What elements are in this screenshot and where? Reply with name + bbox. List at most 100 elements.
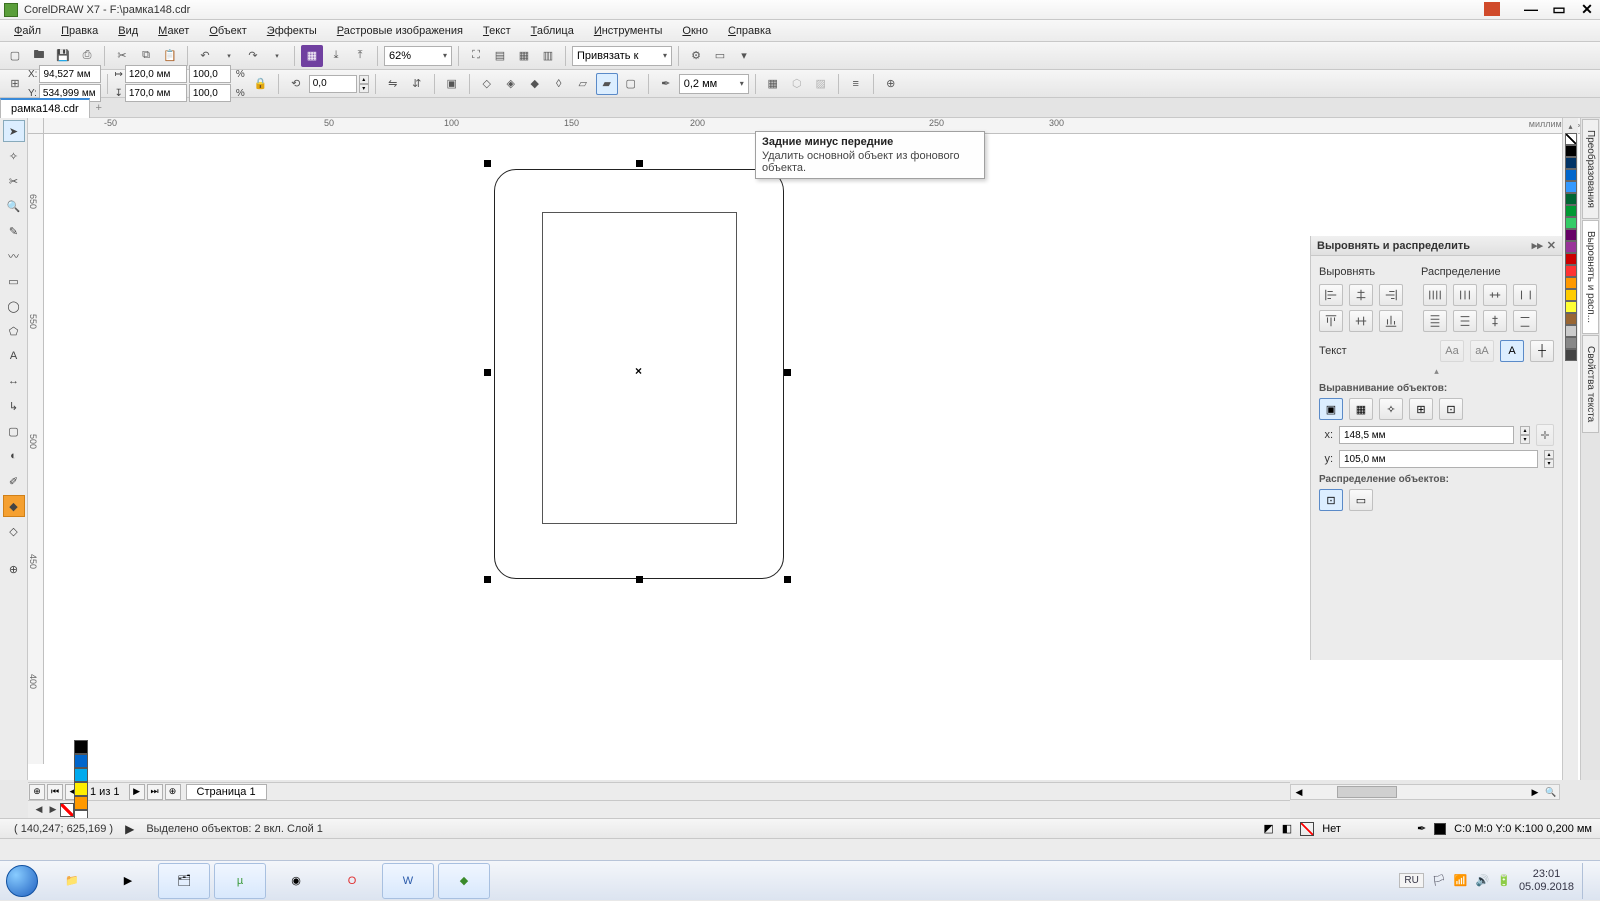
align-center-v-button[interactable] [1349, 310, 1373, 332]
vertical-ruler[interactable]: 650 550 500 450 400 [28, 134, 44, 764]
shape-tool[interactable]: ✧ [3, 145, 25, 167]
start-button[interactable] [0, 861, 44, 901]
redo-button[interactable]: ↷ [242, 45, 264, 67]
app-launcher-button[interactable]: ▾ [733, 45, 755, 67]
mirror-v-button[interactable]: ⇵ [406, 73, 428, 95]
zoom-combo[interactable]: 62%▾ [384, 46, 452, 66]
copy-button[interactable]: ⧉ [135, 45, 157, 67]
color-swatch[interactable] [1565, 313, 1577, 325]
to-front-button[interactable]: ▣ [441, 73, 463, 95]
align-y-spinner[interactable]: ▴▾ [1544, 450, 1554, 468]
color-swatch[interactable] [1565, 289, 1577, 301]
palette-scroll-up[interactable]: ▴ [1568, 122, 1572, 131]
taskbar-app-word[interactable]: W [382, 863, 434, 899]
outline-color-swatch[interactable] [1434, 823, 1446, 835]
text-bounding-button[interactable]: A [1500, 340, 1524, 362]
boundary-button[interactable]: ▢ [620, 73, 642, 95]
dist-center-h-button[interactable] [1453, 284, 1477, 306]
color-swatch[interactable] [1565, 157, 1577, 169]
pick-tool[interactable]: ➤ [3, 120, 25, 142]
palette-swatch[interactable] [74, 754, 88, 768]
horizontal-scrollbar[interactable]: ◀ ▶ 🔍 [1290, 784, 1560, 800]
menu-text[interactable]: Текст [475, 23, 519, 39]
outline-pen-status-icon[interactable]: ✒ [1417, 822, 1426, 835]
align-to-page-center-button[interactable]: ✧ [1379, 398, 1403, 420]
edit-bitmap-button[interactable]: ▨ [810, 73, 832, 95]
align-top-button[interactable] [1319, 310, 1343, 332]
rectangle-tool[interactable]: ▭ [3, 270, 25, 292]
save-button[interactable]: 💾 [52, 45, 74, 67]
launch-button[interactable]: ▭ [709, 45, 731, 67]
smart-fill-tool[interactable]: ◇ [3, 520, 25, 542]
selection-handle[interactable] [636, 160, 643, 167]
align-pick-point-button[interactable]: ✛ [1536, 424, 1554, 446]
align-right-button[interactable] [1379, 284, 1403, 306]
no-fill-swatch[interactable] [60, 803, 74, 817]
eyedropper-tool[interactable]: ✐ [3, 470, 25, 492]
dist-left-button[interactable] [1423, 284, 1447, 306]
close-button[interactable]: ✕ [1576, 0, 1598, 18]
last-page-button[interactable]: ⏭ [147, 784, 163, 800]
add-page-button[interactable]: ⊕ [29, 784, 45, 800]
menu-help[interactable]: Справка [720, 23, 779, 39]
import-button[interactable]: ⤓ [325, 45, 347, 67]
quick-customize-toolbox[interactable]: ⊕ [3, 558, 25, 580]
color-swatch[interactable] [1565, 325, 1577, 337]
text-baseline-first-button[interactable]: Aa [1440, 340, 1464, 362]
palette-swatch[interactable] [74, 768, 88, 782]
selection-handle[interactable] [484, 576, 491, 583]
selection-handle[interactable] [636, 576, 643, 583]
tray-battery-icon[interactable]: 🔋 [1497, 874, 1511, 887]
menu-object[interactable]: Объект [201, 23, 254, 39]
convert-curves-button[interactable]: ⬡ [786, 73, 808, 95]
undo-dropdown[interactable]: ▾ [218, 45, 240, 67]
rulers-button[interactable]: ▤ [489, 45, 511, 67]
align-to-point-button[interactable]: ⊡ [1439, 398, 1463, 420]
transparency-tool[interactable]: ◐ [3, 445, 25, 467]
menu-window[interactable]: Окно [674, 23, 716, 39]
align-bottom-button[interactable] [1379, 310, 1403, 332]
lock-ratio-button[interactable]: 🔒 [250, 73, 272, 95]
open-button[interactable]: 🖿 [28, 45, 50, 67]
palette-swatch[interactable] [74, 782, 88, 796]
docker-tab-transform[interactable]: Преобразования [1582, 119, 1599, 219]
align-to-active-button[interactable]: ▣ [1319, 398, 1343, 420]
print-button[interactable]: ⎙ [76, 45, 98, 67]
align-to-grid-button[interactable]: ⊞ [1409, 398, 1433, 420]
wrap-text-button[interactable]: ▦ [762, 73, 784, 95]
color-proof-icon[interactable]: ◩ [1263, 822, 1273, 835]
simplify-button[interactable]: ◊ [548, 73, 570, 95]
intersect-button[interactable]: ◆ [524, 73, 546, 95]
connector-tool[interactable]: ↳ [3, 395, 25, 417]
page-tab[interactable]: Страница 1 [186, 784, 267, 800]
export-button[interactable]: ⤒ [349, 45, 371, 67]
color-swatch[interactable] [1565, 301, 1577, 313]
scroll-right-icon[interactable]: ▶ [1527, 787, 1543, 798]
menu-effects[interactable]: Эффекты [259, 23, 325, 39]
trim-button[interactable]: ◈ [500, 73, 522, 95]
dist-spacing-h-button[interactable] [1483, 284, 1507, 306]
artistic-media-tool[interactable]: 〰 [3, 245, 25, 267]
selection-handle[interactable] [784, 369, 791, 376]
scale-y-input[interactable]: 100,0 [189, 84, 231, 102]
fill-none-icon[interactable] [1300, 822, 1314, 836]
add-page-after-button[interactable]: ⊕ [165, 784, 181, 800]
color-swatch[interactable] [1565, 169, 1577, 181]
color-swatch[interactable] [1565, 217, 1577, 229]
parallel-dim-tool[interactable]: ↔ [3, 370, 25, 392]
taskbar-app-explorer[interactable]: 🗂 [158, 863, 210, 899]
scale-x-input[interactable]: 100,0 [189, 65, 231, 83]
user-account-icon[interactable] [1484, 2, 1500, 16]
ellipse-tool[interactable]: ◯ [3, 295, 25, 317]
color-swatch[interactable] [1565, 229, 1577, 241]
back-minus-front-button[interactable]: ▰ [596, 73, 618, 95]
object-info-icon[interactable]: ◧ [1282, 822, 1292, 835]
color-swatch[interactable] [1565, 193, 1577, 205]
redo-dropdown[interactable]: ▾ [266, 45, 288, 67]
drop-shadow-tool[interactable]: ▢ [3, 420, 25, 442]
taskbar-app-utorrent[interactable]: µ [214, 863, 266, 899]
color-swatch[interactable] [1565, 241, 1577, 253]
language-indicator[interactable]: RU [1399, 873, 1423, 888]
pos-x-input[interactable]: 94,527 мм [39, 65, 101, 83]
snap-combo[interactable]: Привязать к▾ [572, 46, 672, 66]
